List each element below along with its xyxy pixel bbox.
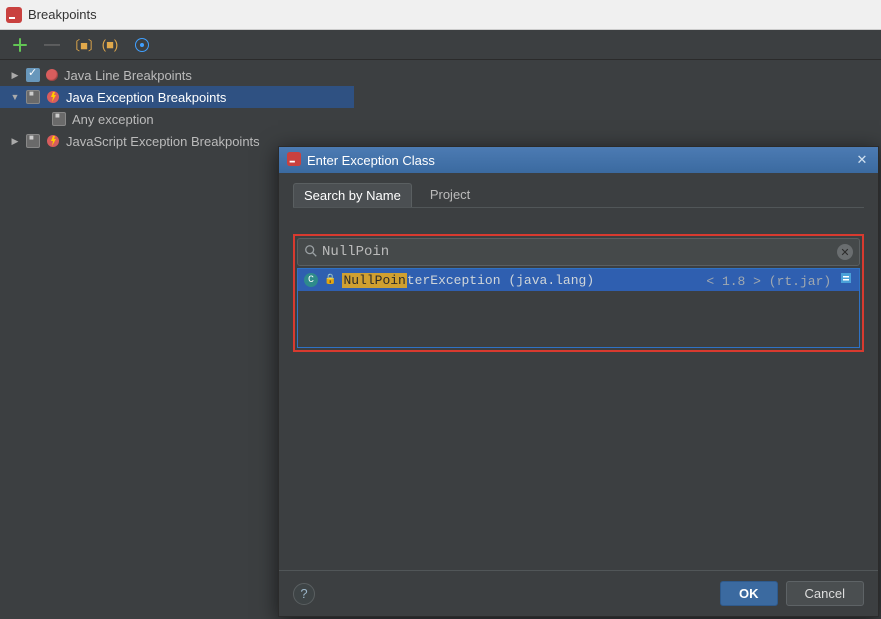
tree-label: Java Exception Breakpoints <box>66 90 226 105</box>
chevron-right-icon: ▶ <box>10 70 20 81</box>
add-icon[interactable] <box>12 37 28 53</box>
search-icon <box>304 244 318 261</box>
result-meta: < 1.8 > (rt.jar) <box>706 271 853 289</box>
mute-target-icon[interactable] <box>134 37 150 53</box>
window-title: Breakpoints <box>28 7 97 22</box>
checkbox[interactable] <box>26 68 40 82</box>
dialog-titlebar[interactable]: Enter Exception Class ✕ <box>279 147 878 173</box>
breakpoint-icon <box>46 69 58 81</box>
search-field-wrapper: ✕ <box>297 238 860 266</box>
group-by-package-icon[interactable]: 〔■〕 <box>76 37 92 53</box>
result-row[interactable]: C 🔒 NullPointerException (java.lang) < 1… <box>298 269 859 291</box>
checkbox[interactable] <box>26 134 40 148</box>
breakpoints-tree: ▶ Java Line Breakpoints ▼ Java Exception… <box>0 60 881 156</box>
ok-button[interactable]: OK <box>720 581 778 606</box>
library-icon <box>839 271 853 285</box>
result-text: NullPointerException (java.lang) <box>342 273 594 288</box>
class-icon: C <box>304 273 318 287</box>
tree-row-java-line[interactable]: ▶ Java Line Breakpoints <box>0 64 881 86</box>
lock-icon: 🔒 <box>324 274 336 286</box>
clear-icon[interactable]: ✕ <box>837 244 853 260</box>
checkbox[interactable] <box>52 112 66 126</box>
cancel-button[interactable]: Cancel <box>786 581 864 606</box>
help-icon[interactable]: ? <box>293 583 315 605</box>
tree-row-any-exception[interactable]: Any exception <box>0 108 881 130</box>
tree-label: Any exception <box>72 112 154 127</box>
dialog-title: Enter Exception Class <box>307 153 435 168</box>
tab-search-by-name[interactable]: Search by Name <box>293 183 412 207</box>
window-titlebar: Breakpoints <box>0 0 881 30</box>
group-by-file-icon[interactable]: (■) <box>102 37 118 53</box>
group-icons: 〔■〕 (■) <box>76 37 118 53</box>
results-list: C 🔒 NullPointerException (java.lang) < 1… <box>297 268 860 348</box>
checkbox[interactable] <box>26 90 40 104</box>
tab-project[interactable]: Project <box>420 183 480 207</box>
chevron-right-icon: ▶ <box>10 136 20 147</box>
search-input[interactable] <box>322 244 837 260</box>
chevron-down-icon: ▼ <box>10 92 20 102</box>
tree-row-java-exception[interactable]: ▼ Java Exception Breakpoints <box>0 86 354 108</box>
breakpoints-toolbar: — 〔■〕 (■) <box>0 30 881 60</box>
dialog-footer: ? OK Cancel <box>279 570 878 616</box>
tree-label: JavaScript Exception Breakpoints <box>66 134 260 149</box>
search-tabs: Search by Name Project <box>293 183 864 208</box>
tree-label: Java Line Breakpoints <box>64 68 192 83</box>
app-icon <box>287 152 301 169</box>
annotation-box: ✕ C 🔒 NullPointerException (java.lang) <… <box>293 234 864 352</box>
remove-icon[interactable]: — <box>44 37 60 53</box>
exception-breakpoint-icon <box>46 90 60 104</box>
enter-exception-dialog: Enter Exception Class ✕ Search by Name P… <box>278 146 879 617</box>
exception-breakpoint-icon <box>46 134 60 148</box>
close-icon[interactable]: ✕ <box>854 152 870 168</box>
app-icon <box>6 7 22 23</box>
